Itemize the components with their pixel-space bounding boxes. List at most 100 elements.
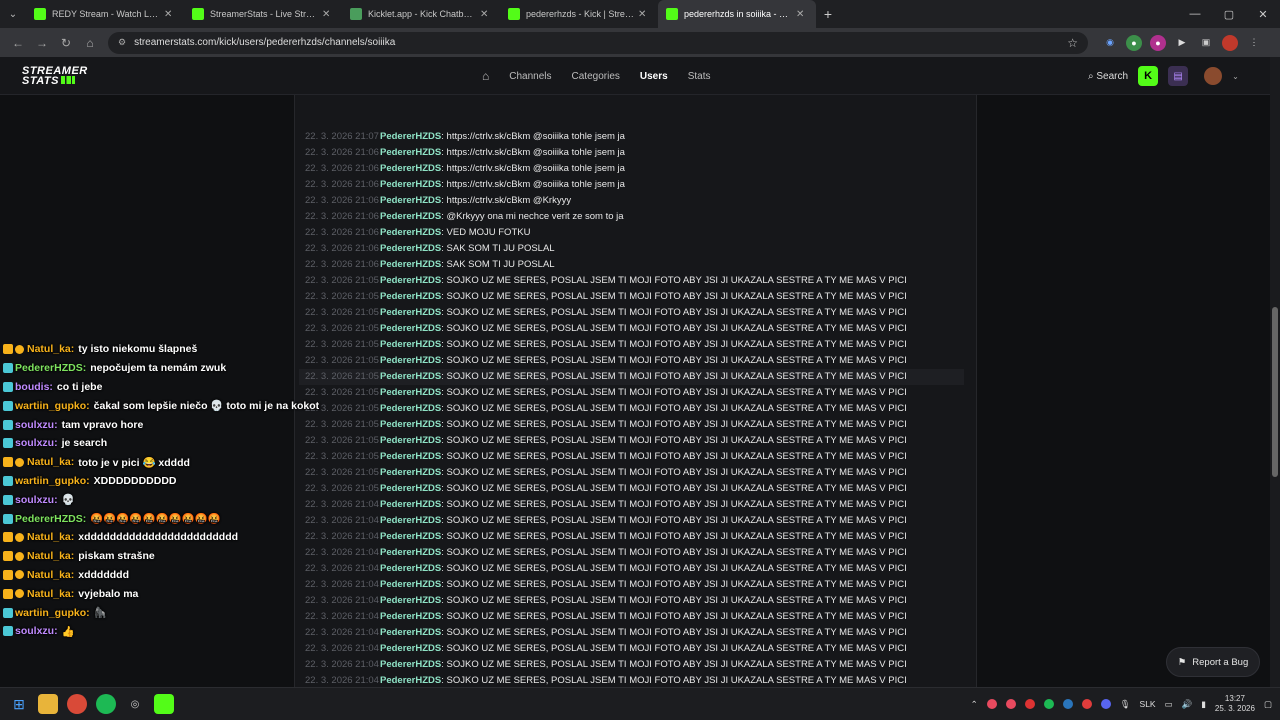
language-indicator[interactable]: SLK (1140, 699, 1156, 709)
close-window-icon[interactable]: ✕ (1246, 8, 1280, 21)
tray-app-icon-2[interactable] (1005, 699, 1016, 709)
user-avatar[interactable] (1204, 67, 1223, 85)
site-info-icon[interactable]: ⚙ (118, 37, 126, 48)
tray-mic-icon[interactable]: 🎙 (1120, 699, 1131, 710)
minimize-icon[interactable]: — (1178, 8, 1212, 21)
browser-tab[interactable]: pedererhzds - Kick | StreamerSt ✕ (500, 0, 658, 28)
browser-tab[interactable]: pedererhzds in soiiika - Kick | St ✕ (658, 0, 816, 28)
reload-icon[interactable]: ↻ (54, 36, 78, 50)
log-username[interactable]: PedererHZDS (380, 515, 441, 526)
nav-users[interactable]: Users (640, 71, 668, 82)
maximize-icon[interactable]: ▢ (1212, 8, 1246, 21)
log-username[interactable]: PedererHZDS (380, 243, 441, 254)
address-bar[interactable]: ⚙ streamerstats.com/kick/users/pedererhz… (108, 31, 1088, 54)
chevron-down-icon[interactable]: ⌄ (1232, 72, 1239, 81)
report-bug-button[interactable]: ⚑ Report a Bug (1166, 647, 1260, 677)
log-username[interactable]: PedererHZDS (380, 371, 441, 382)
chrome-icon[interactable] (67, 694, 87, 714)
extensions-puzzle-icon[interactable]: ▣ (1198, 35, 1214, 51)
profile-avatar[interactable] (1222, 34, 1238, 51)
log-username[interactable]: PedererHZDS (380, 211, 441, 222)
log-username[interactable]: PedererHZDS (380, 675, 441, 686)
log-username[interactable]: PedererHZDS (380, 547, 441, 558)
clock[interactable]: 13:27 25. 3. 2026 (1215, 694, 1255, 714)
browser-tab[interactable]: Kicklet.app - Kick Chatbot and ✕ (342, 0, 500, 28)
log-username[interactable]: PedererHZDS (380, 499, 441, 510)
nav-home-icon[interactable]: ⌂ (482, 69, 489, 83)
log-username[interactable]: PedererHZDS (380, 131, 441, 142)
forward-icon[interactable]: → (30, 36, 54, 50)
log-username[interactable]: PedererHZDS (380, 323, 441, 334)
search-button[interactable]: ⌕ Search (1088, 71, 1128, 82)
log-username[interactable]: PedererHZDS (380, 579, 441, 590)
tray-app-icon-3[interactable] (1024, 699, 1035, 709)
log-username[interactable]: PedererHZDS (380, 467, 441, 478)
log-username[interactable]: PedererHZDS (380, 195, 441, 206)
tab-close-icon[interactable]: ✕ (164, 9, 176, 20)
extension-icon-1[interactable]: ◉ (1102, 35, 1118, 51)
nav-categories[interactable]: Categories (572, 71, 620, 82)
tab-search-icon[interactable]: ⌄ (0, 0, 26, 28)
nav-channels[interactable]: Channels (509, 71, 551, 82)
tray-chevron-up-icon[interactable]: ⌃ (971, 699, 978, 710)
log-username[interactable]: PedererHZDS (380, 163, 441, 174)
kick-platform-icon[interactable]: K (1138, 66, 1159, 86)
log-username[interactable]: PedererHZDS (380, 611, 441, 622)
tray-app-icon-1[interactable] (986, 699, 997, 709)
log-username[interactable]: PedererHZDS (380, 451, 441, 462)
log-username[interactable]: PedererHZDS (380, 275, 441, 286)
tab-close-icon[interactable]: ✕ (638, 9, 650, 20)
log-username[interactable]: PedererHZDS (380, 291, 441, 302)
log-username[interactable]: PedererHZDS (380, 435, 441, 446)
spotify-icon[interactable] (96, 694, 116, 714)
tab-close-icon[interactable]: ✕ (796, 9, 808, 20)
log-username[interactable]: PedererHZDS (380, 179, 441, 190)
log-username[interactable]: PedererHZDS (380, 595, 441, 606)
tab-close-icon[interactable]: ✕ (480, 9, 492, 20)
kick-app-icon[interactable] (154, 694, 174, 714)
extension-icon-4[interactable]: ▶ (1174, 35, 1190, 51)
log-username[interactable]: PedererHZDS (380, 659, 441, 670)
tray-app-icon-4[interactable] (1081, 699, 1092, 709)
scrollbar-thumb[interactable] (1272, 307, 1278, 477)
browser-menu-icon[interactable]: ⋮ (1246, 35, 1262, 51)
log-username[interactable]: PedererHZDS (380, 563, 441, 574)
tab-close-icon[interactable]: ✕ (322, 9, 334, 20)
twitch-platform-icon[interactable]: ▤ (1168, 66, 1189, 86)
browser-tab[interactable]: REDY Stream - Watch Live on K ✕ (26, 0, 184, 28)
log-username[interactable]: PedererHZDS (380, 419, 441, 430)
log-username[interactable]: PedererHZDS (380, 627, 441, 638)
browser-tab[interactable]: StreamerStats - Live Streaming ✕ (184, 0, 342, 28)
network-icon[interactable]: ▭ (1165, 699, 1173, 710)
page-scrollbar[interactable] (1270, 57, 1280, 687)
extension-icon-2[interactable]: ● (1126, 34, 1142, 51)
battery-icon[interactable]: ▮ (1201, 699, 1206, 710)
obs-icon[interactable]: ◎ (125, 694, 145, 714)
tray-discord-icon[interactable] (1100, 699, 1111, 709)
log-username[interactable]: PedererHZDS (380, 531, 441, 542)
windows-start-icon[interactable]: ⊞ (9, 694, 29, 714)
home-icon[interactable]: ⌂ (78, 36, 102, 50)
streamerstats-logo[interactable]: STREAMER STATS (22, 66, 102, 87)
file-explorer-icon[interactable] (38, 694, 58, 714)
nav-stats[interactable]: Stats (688, 71, 711, 82)
tray-steam-icon[interactable] (1062, 699, 1073, 709)
back-icon[interactable]: ← (6, 36, 30, 50)
notification-icon[interactable]: ▢ (1264, 699, 1272, 710)
log-username[interactable]: PedererHZDS (380, 355, 441, 366)
log-username[interactable]: PedererHZDS (380, 259, 441, 270)
log-username[interactable]: PedererHZDS (380, 403, 441, 414)
tray-spotify-icon[interactable] (1043, 699, 1054, 709)
volume-icon[interactable]: 🔊 (1182, 699, 1193, 710)
overlay-message: piskam strašne (78, 550, 155, 563)
new-tab-button[interactable]: + (816, 6, 840, 22)
log-username[interactable]: PedererHZDS (380, 643, 441, 654)
extension-icon-3[interactable]: ● (1150, 34, 1166, 51)
log-username[interactable]: PedererHZDS (380, 339, 441, 350)
log-username[interactable]: PedererHZDS (380, 387, 441, 398)
log-username[interactable]: PedererHZDS (380, 147, 441, 158)
log-username[interactable]: PedererHZDS (380, 227, 441, 238)
log-username[interactable]: PedererHZDS (380, 307, 441, 318)
log-username[interactable]: PedererHZDS (380, 483, 441, 494)
bookmark-star-icon[interactable]: ☆ (1067, 36, 1078, 50)
